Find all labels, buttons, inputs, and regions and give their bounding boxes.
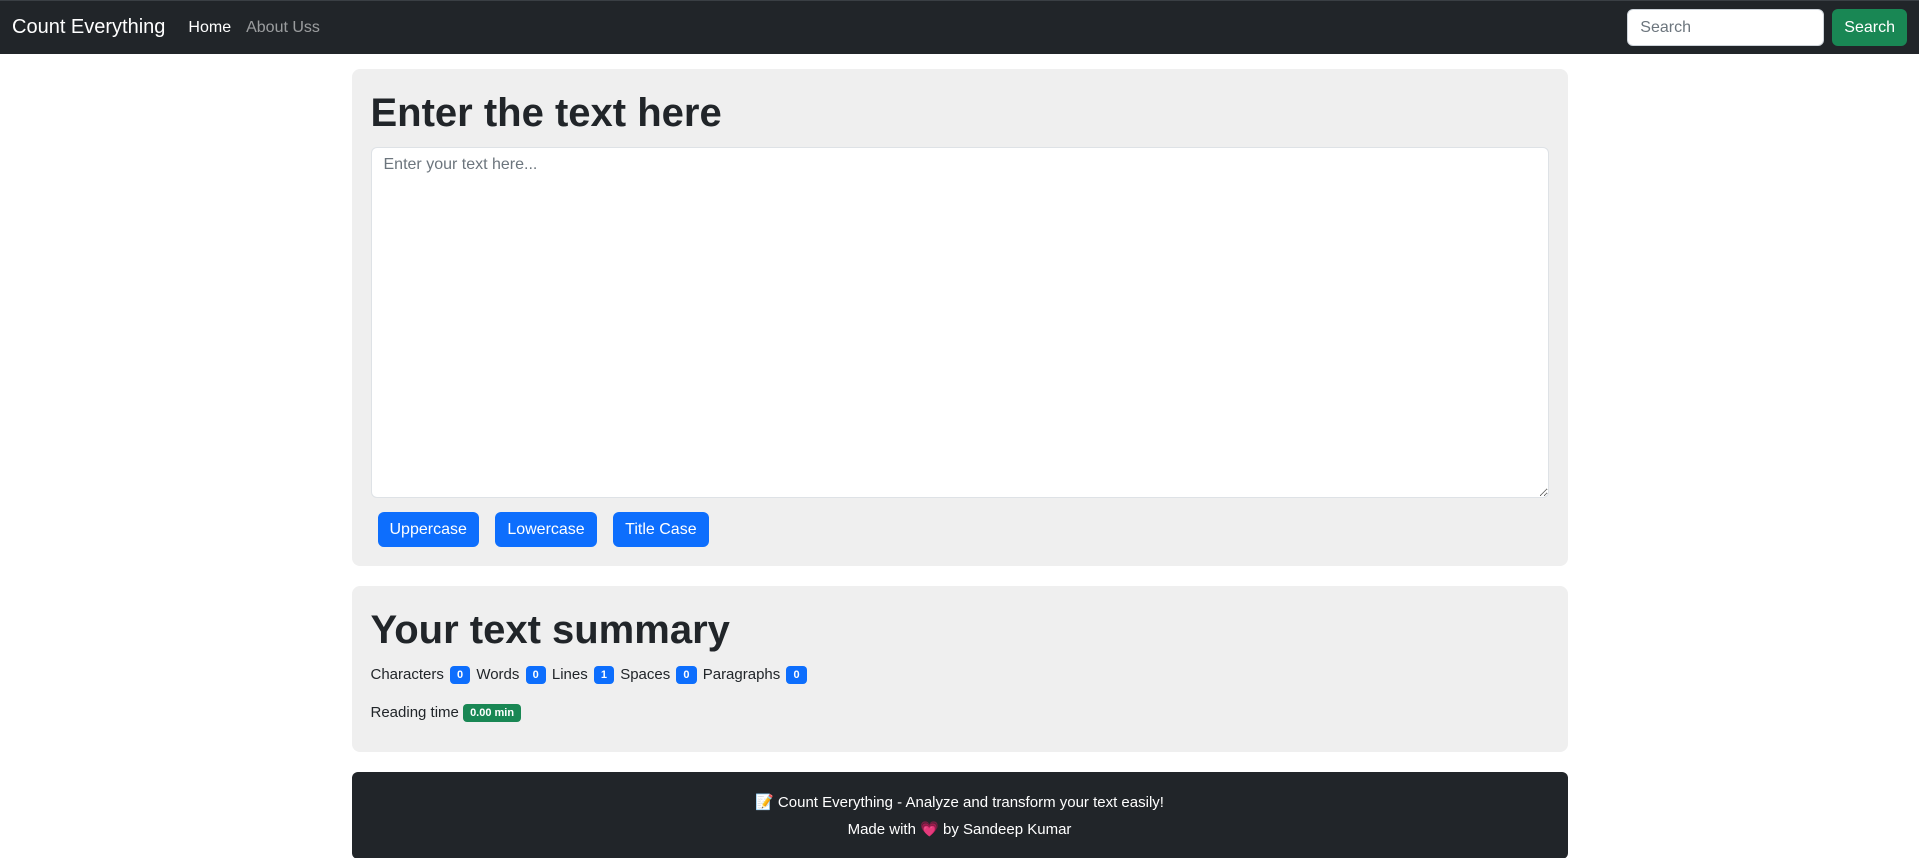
footer-author: by Sandeep Kumar [942,820,1072,838]
footer-made-with: Made with [847,820,916,838]
stats-row: Characters 0 Words 0 Lines 1 Spaces 0 Pa… [371,664,1549,686]
main-container: Enter the text here Uppercase Lowercase … [351,69,1568,858]
memo-icon: 📝 [755,793,774,811]
reading-time-badge: 0.00 min [463,704,522,722]
brand-link[interactable]: Count Everything [12,16,165,39]
nav-link-home[interactable]: Home [188,19,231,37]
heart-icon: 💗 [920,820,939,838]
footer-line-2: Made with 💗 by Sandeep Kumar [848,816,1072,843]
footer-line-1: 📝 Count Everything - Analyze and transfo… [755,789,1164,816]
stat-label-paragraphs: Paragraphs [702,666,781,683]
text-input-area[interactable] [370,147,1549,498]
stat-label-lines: Lines [551,666,588,683]
transform-buttons: Uppercase Lowercase Title Case [371,512,1549,547]
badge-lines: 1 [593,666,615,684]
lowercase-button[interactable]: Lowercase [495,512,597,547]
search-button[interactable]: Search [1832,9,1907,46]
nav-link-about[interactable]: About Uss [246,19,320,37]
editor-card: Enter the text here Uppercase Lowercase … [351,69,1568,566]
stat-label-words: Words [476,666,520,683]
badge-characters: 0 [450,666,471,684]
summary-card: Your text summary Characters 0 Words 0 L… [351,586,1568,752]
uppercase-button[interactable]: Uppercase [377,512,479,547]
footer: 📝 Count Everything - Analyze and transfo… [351,772,1568,858]
navbar: Count Everything Home About Uss Search [0,0,1919,54]
editor-title: Enter the text here [370,91,722,135]
search-input[interactable] [1627,9,1825,46]
badge-spaces: 0 [676,666,697,684]
footer-tagline: Count Everything - Analyze and transform… [777,793,1164,811]
reading-time-label: Reading time [370,704,459,721]
badge-paragraphs: 0 [786,666,807,684]
stat-label-spaces: Spaces [620,666,671,683]
stat-label-characters: Characters [370,666,444,683]
reading-time-row: Reading time 0.00 min [371,702,1549,724]
summary-title: Your text summary [370,608,730,652]
badge-words: 0 [525,666,546,684]
title-case-button[interactable]: Title Case [613,512,709,547]
